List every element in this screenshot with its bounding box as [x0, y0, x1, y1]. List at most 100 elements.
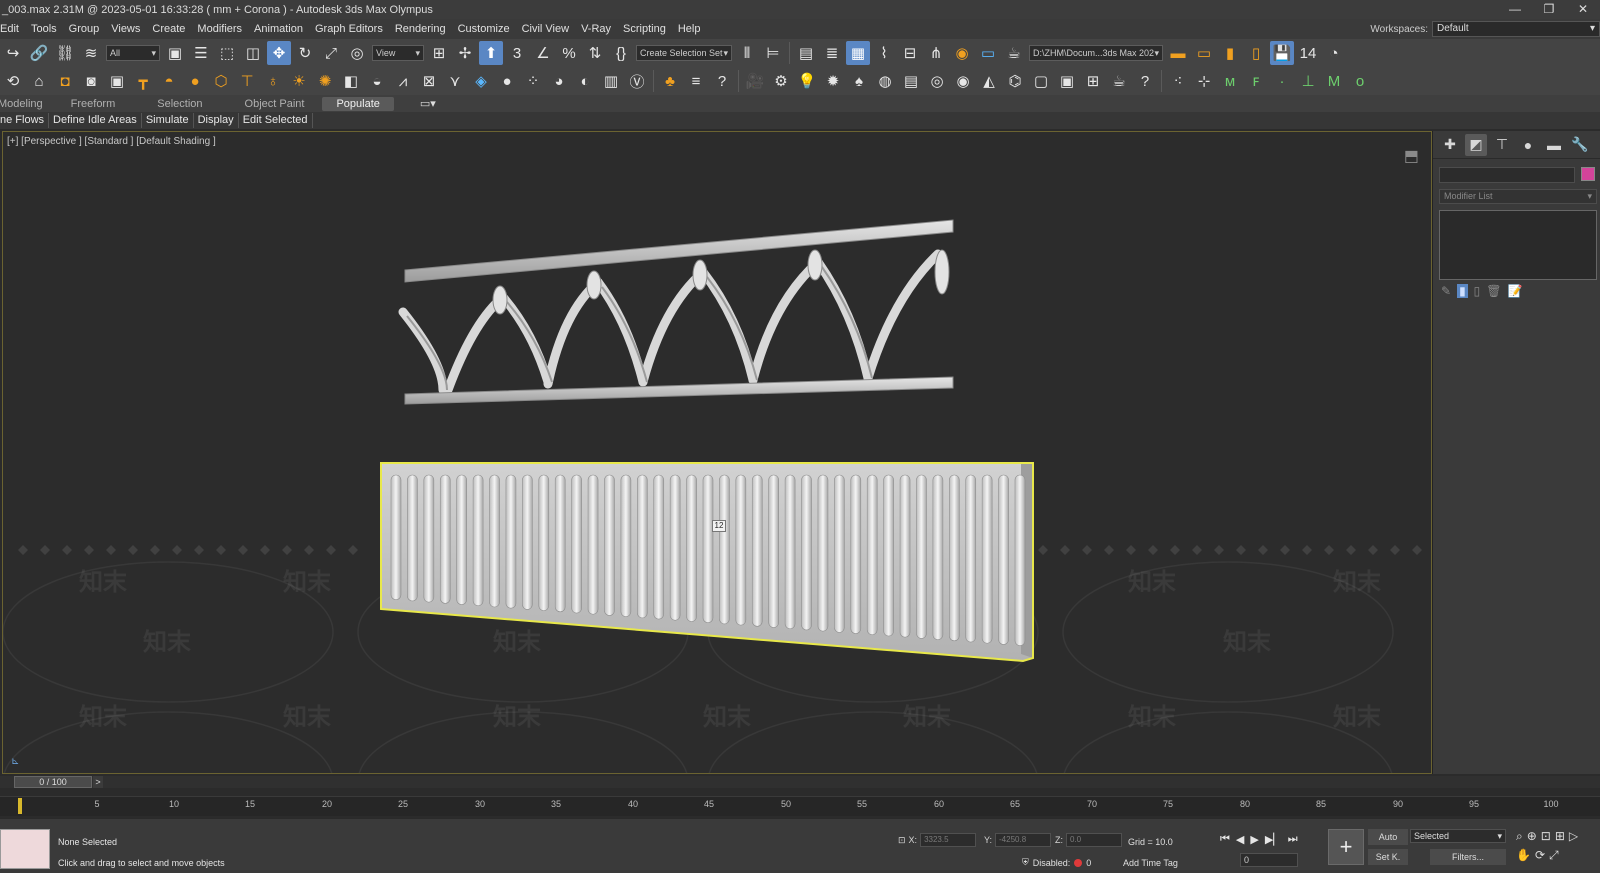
maximize-viewport-icon[interactable]: ⤢: [1549, 848, 1559, 863]
lightmix-icon[interactable]: ▥: [599, 69, 623, 93]
fluted-panel-object[interactable]: [380, 462, 1034, 663]
workspaces-dropdown[interactable]: Default: [1432, 21, 1600, 37]
badge-icon[interactable]: 14: [1296, 41, 1320, 65]
tripod-icon[interactable]: ⩘: [391, 69, 415, 93]
define-idle-areas-button[interactable]: Define Idle Areas: [49, 113, 142, 128]
render-setup-icon[interactable]: ▭: [976, 41, 1000, 65]
render-teapot-icon[interactable]: ☕: [1002, 41, 1026, 65]
material-ball-icon[interactable]: ●: [495, 69, 519, 93]
create-tab-icon[interactable]: ✚: [1439, 134, 1461, 156]
zoom-all-icon[interactable]: ⊕: [1527, 829, 1537, 844]
selection-filter-dropdown[interactable]: All: [106, 45, 160, 61]
field-of-view-icon[interactable]: ▷: [1569, 829, 1578, 844]
edit-selected-button[interactable]: Edit Selected: [239, 113, 313, 128]
link-icon[interactable]: 🔗: [27, 41, 51, 65]
render-camera-icon[interactable]: 🎥: [743, 69, 767, 93]
anim-m2-icon[interactable]: M: [1322, 69, 1346, 93]
modifier-list-dropdown[interactable]: Modifier List: [1439, 189, 1597, 204]
rotate-icon[interactable]: ↻: [293, 41, 317, 65]
perspective-viewport[interactable]: [+] [Perspective ] [Standard ] [Default …: [2, 131, 1432, 774]
prev-frame-icon[interactable]: ◀: [1236, 833, 1244, 846]
anim-dot-icon[interactable]: ·: [1270, 69, 1294, 93]
unlink-icon[interactable]: ⛓: [53, 41, 77, 65]
dope-sheet-icon[interactable]: ⊟: [898, 41, 922, 65]
arched-railing-object[interactable]: [398, 219, 954, 405]
shield-icon[interactable]: ⛨: [1022, 857, 1029, 868]
menu-create[interactable]: Create: [146, 23, 191, 35]
pivot-center-icon[interactable]: ⊞: [427, 41, 451, 65]
utilities-tab-icon[interactable]: 🔧: [1569, 134, 1591, 156]
proxy-icon[interactable]: ⊠: [417, 69, 441, 93]
make-unique-icon[interactable]: ▯: [1474, 284, 1481, 298]
hierarchy-tab-icon[interactable]: ⊤: [1491, 134, 1513, 156]
percent-snap-icon[interactable]: %: [557, 41, 581, 65]
anim-f-icon[interactable]: ꜰ: [1244, 69, 1268, 93]
schematic-view-icon[interactable]: ⋔: [924, 41, 948, 65]
tab-object-paint[interactable]: Object Paint: [245, 98, 305, 110]
help-icon[interactable]: ?: [710, 69, 734, 93]
close-button[interactable]: ✕: [1566, 0, 1600, 19]
vray-logo-icon[interactable]: Ⓥ: [625, 69, 649, 93]
zoom-extents-icon[interactable]: ⊡: [1541, 829, 1551, 844]
remove-modifier-icon[interactable]: 🗑: [1486, 284, 1501, 298]
snap-center-icon[interactable]: ⊹: [1192, 69, 1216, 93]
bind-spacewarp-icon[interactable]: ≋: [79, 41, 103, 65]
save-folder-icon[interactable]: ▮: [1218, 41, 1242, 65]
keyboard-shortcut-icon[interactable]: ⬆: [479, 41, 503, 65]
dome-light-icon[interactable]: ◓: [157, 69, 181, 93]
rect-selection-icon[interactable]: ⬚: [215, 41, 239, 65]
reference-coord-dropdown[interactable]: View: [372, 45, 424, 61]
anim-m-icon[interactable]: ᴍ: [1218, 69, 1242, 93]
interactive-render-icon[interactable]: ◉: [951, 69, 975, 93]
display-tab-icon[interactable]: ▬: [1543, 134, 1565, 156]
tab-populate[interactable]: Populate: [322, 96, 394, 111]
go-to-start-icon[interactable]: ⏮: [1220, 833, 1230, 846]
mirror-icon[interactable]: ⫴: [735, 41, 759, 65]
select-manipulate-icon[interactable]: ✢: [453, 41, 477, 65]
configure-sets-icon[interactable]: 📝: [1508, 284, 1523, 298]
scatter-icon[interactable]: ♣: [658, 69, 682, 93]
motion-tab-icon[interactable]: ●: [1517, 134, 1539, 156]
decal-icon[interactable]: ◈: [469, 69, 493, 93]
menu-edit[interactable]: Edit: [0, 23, 25, 35]
frame-buffer-icon[interactable]: ▤: [899, 69, 923, 93]
multi-material-icon[interactable]: ⁘: [521, 69, 545, 93]
minimize-button[interactable]: —: [1498, 0, 1532, 19]
sphere-light-icon[interactable]: ●: [183, 69, 207, 93]
select-object-icon[interactable]: ▣: [163, 41, 187, 65]
sun-icon[interactable]: ☀: [287, 69, 311, 93]
show-end-result-icon[interactable]: ▮: [1457, 284, 1468, 298]
go-to-end-icon[interactable]: ⏭: [1288, 833, 1298, 846]
snap-points-icon[interactable]: ⁖: [1166, 69, 1190, 93]
ies-light-icon[interactable]: ♁: [261, 69, 285, 93]
ribbon-options-icon[interactable]: ▭▾: [420, 97, 436, 110]
track-bar[interactable]: 5 10 15 20 25 30 35 40 45 50 55 60 65 70…: [0, 796, 1600, 816]
sun-light-icon[interactable]: ✹: [821, 69, 845, 93]
current-frame-marker[interactable]: [18, 798, 22, 814]
menu-tools[interactable]: Tools: [25, 23, 63, 35]
auto-key-button[interactable]: Auto: [1368, 829, 1408, 845]
tab-selection[interactable]: Selection: [157, 98, 202, 110]
menu-civil-view[interactable]: Civil View: [516, 23, 575, 35]
play-icon[interactable]: ▶: [1250, 833, 1258, 846]
window-crossing-icon[interactable]: ◫: [241, 41, 265, 65]
time-slider[interactable]: 0 / 100: [14, 776, 92, 788]
geo-sphere-icon[interactable]: ⬡: [209, 69, 233, 93]
record-icon[interactable]: [1074, 858, 1083, 867]
create-flows-button[interactable]: ne Flows: [0, 113, 50, 128]
simulate-button[interactable]: Simulate: [142, 113, 194, 128]
display-button[interactable]: Display: [194, 113, 239, 128]
toon-icon[interactable]: ◕: [547, 69, 571, 93]
teapot-icon[interactable]: ☕: [1107, 69, 1131, 93]
select-by-name-icon[interactable]: ☰: [189, 41, 213, 65]
zoom-icon[interactable]: ⌕: [1516, 829, 1523, 844]
redo-icon[interactable]: ↪: [1, 41, 25, 65]
sphere-icon[interactable]: ◒: [365, 69, 389, 93]
current-frame-field[interactable]: 0: [1240, 853, 1298, 867]
anim-down-icon[interactable]: ⊥: [1296, 69, 1320, 93]
object-name-field[interactable]: [1439, 167, 1575, 183]
anim-o-icon[interactable]: o: [1348, 69, 1372, 93]
menu-graph-editors[interactable]: Graph Editors: [309, 23, 389, 35]
undo-history-icon[interactable]: ⟲: [1, 69, 25, 93]
spinner-snap-icon[interactable]: ⇅: [583, 41, 607, 65]
